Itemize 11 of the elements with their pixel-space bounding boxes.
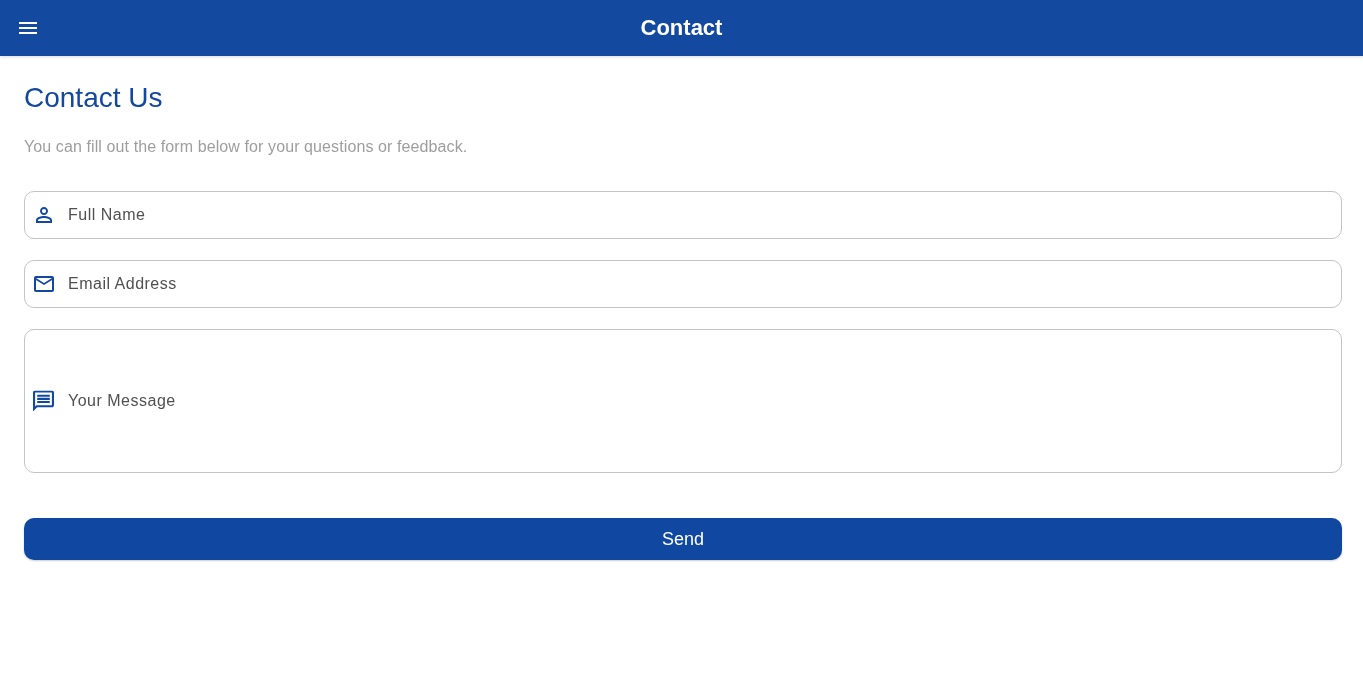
- app-bar-title: Contact: [640, 14, 723, 42]
- send-button[interactable]: Send: [24, 518, 1342, 560]
- envelope-icon: [34, 276, 54, 292]
- page-heading: Contact Us: [24, 81, 163, 115]
- person-icon: [36, 207, 52, 223]
- page-subtitle: You can fill out the form below for your questions or feedback.: [24, 137, 468, 157]
- name-field[interactable]: Full Name: [24, 191, 1342, 239]
- menu-icon[interactable]: [19, 22, 37, 34]
- message-icon: [33, 390, 54, 412]
- email-field[interactable]: Email Address: [24, 260, 1342, 308]
- message-field[interactable]: Your Message: [24, 329, 1342, 473]
